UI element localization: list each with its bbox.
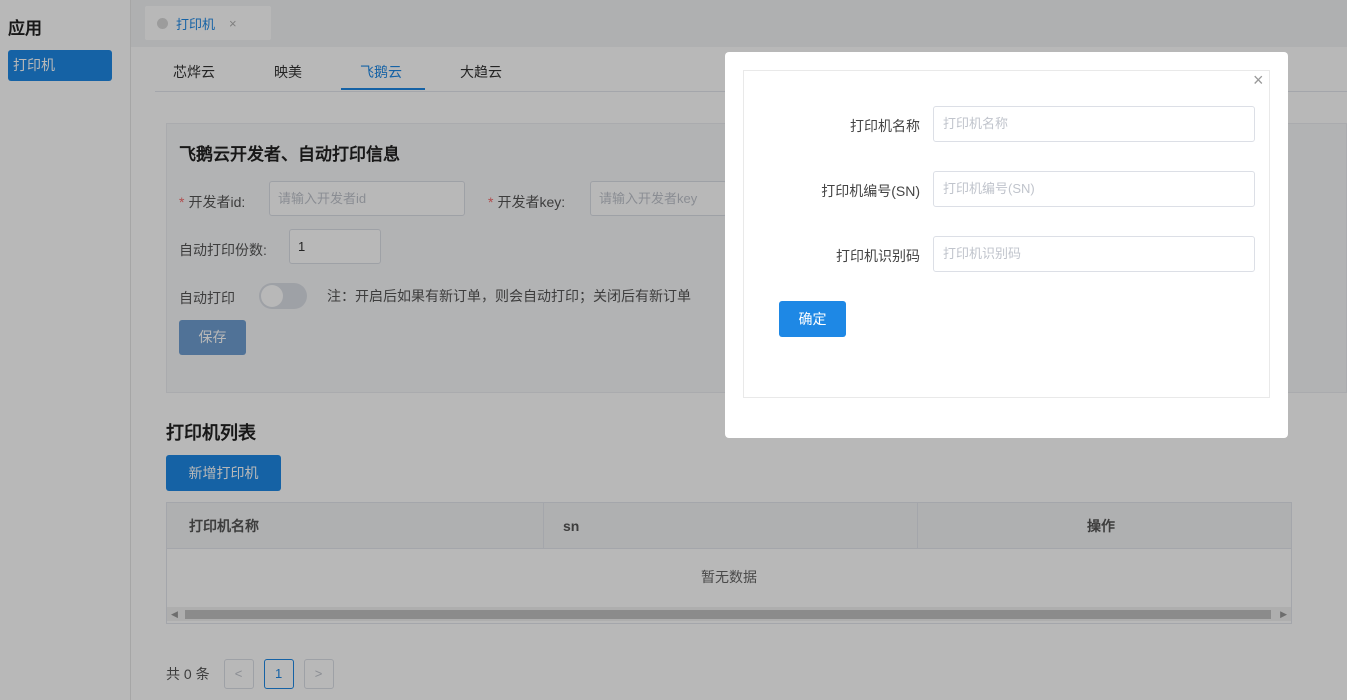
printer-key-label: 打印机识别码 <box>836 248 920 264</box>
printer-sn-label: 打印机编号(SN) <box>821 183 920 199</box>
add-printer-dialog: × 打印机名称 打印机名称 打印机编号(SN) 打印机编号(SN) 打印机识别码… <box>725 52 1288 438</box>
confirm-button[interactable]: 确定 <box>779 301 846 337</box>
printer-name-input[interactable]: 打印机名称 <box>933 106 1255 142</box>
printer-name-label: 打印机名称 <box>850 118 920 134</box>
dialog-form: 打印机名称 打印机名称 打印机编号(SN) 打印机编号(SN) 打印机识别码 打… <box>743 70 1270 398</box>
printer-key-input[interactable]: 打印机识别码 <box>933 236 1255 272</box>
printer-sn-input[interactable]: 打印机编号(SN) <box>933 171 1255 207</box>
